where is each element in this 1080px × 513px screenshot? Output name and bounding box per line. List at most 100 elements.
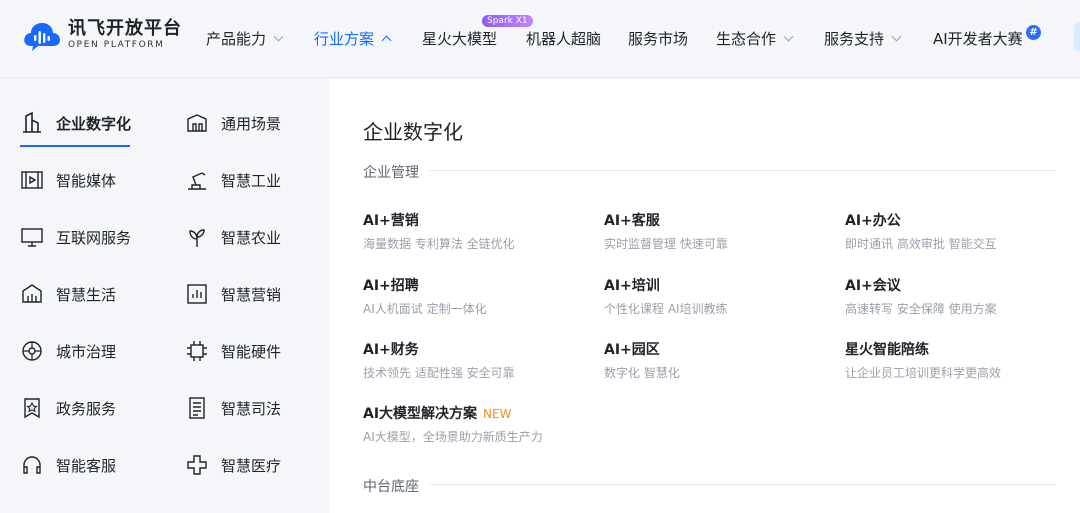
category-label: 互联网服务	[56, 228, 132, 247]
solution-card-ai-finance[interactable]: AI+财务 技术领先 适配性强 安全可靠	[363, 339, 515, 381]
category-agriculture[interactable]: 智慧农业	[185, 225, 281, 249]
store-icon	[187, 114, 207, 132]
nav-item-market[interactable]: 服务市场	[628, 28, 688, 49]
solution-desc: 数字化 智慧化	[604, 366, 680, 380]
category-medical[interactable]: 智慧医疗	[185, 453, 281, 477]
solution-title: AI+招聘	[363, 278, 419, 294]
solution-desc: AI大模型，全场景助力新质生产力	[363, 430, 543, 444]
solution-card-ai-park[interactable]: AI+园区 数字化 智慧化	[604, 339, 680, 381]
category-marketing[interactable]: 智慧营销	[185, 282, 281, 306]
headset-icon	[23, 456, 41, 474]
top-header: 讯飞开放平台 OPEN PLATFORM 产品能力 行业方案 星火大模型 机器人…	[0, 0, 1080, 78]
nav-item-industry[interactable]: 行业方案	[314, 28, 392, 49]
category-label: 智能硬件	[221, 342, 282, 361]
document-icon	[189, 397, 205, 419]
house-icon	[22, 284, 42, 303]
category-label: 智慧生活	[56, 285, 117, 304]
solutions-panel: 企业数字化 企业管理 AI+营销 海量数据 专利算法 全链优化 AI+客服 实时…	[329, 79, 1080, 513]
category-label: 智慧医疗	[221, 456, 282, 475]
brand-name-en: OPEN PLATFORM	[68, 40, 165, 50]
category-government[interactable]: 政务服务	[20, 396, 116, 420]
category-enterprise[interactable]: 企业数字化	[20, 111, 131, 135]
category-city[interactable]: 城市治理	[20, 339, 116, 363]
city-icon	[22, 341, 42, 361]
nav-label: 机器人超脑	[526, 30, 602, 48]
solution-title: AI+园区	[604, 342, 660, 358]
panel-title: 企业数字化	[363, 120, 463, 144]
category-industry[interactable]: 智慧工业	[185, 168, 281, 192]
solution-title: AI+财务	[363, 342, 419, 358]
category-label: 智慧农业	[221, 228, 282, 247]
section-heading: 中台底座	[363, 479, 419, 495]
category-label: 智慧工业	[221, 171, 282, 190]
film-icon	[21, 171, 43, 189]
logo-cloud-icon	[22, 18, 62, 52]
chart-icon	[187, 284, 207, 304]
solution-card-ai-cs[interactable]: AI+客服 实时监督管理 快速可靠	[604, 210, 728, 252]
solution-desc: 实时监督管理 快速可靠	[604, 237, 728, 251]
active-category-underline	[20, 145, 130, 147]
nav-item-products[interactable]: 产品能力	[206, 28, 284, 49]
solution-card-ai-recruit[interactable]: AI+招聘 AI人机面试 定制一体化	[363, 275, 487, 317]
solution-card-ai-training[interactable]: AI+培训 个性化课程 AI培训教练	[604, 275, 728, 317]
category-judicial[interactable]: 智慧司法	[185, 396, 281, 420]
solution-card-ai-llm[interactable]: AI大模型解决方案 NEW AI大模型，全场景助力新质生产力	[363, 403, 543, 445]
nav-item-spark[interactable]: 星火大模型	[422, 28, 497, 49]
category-label: 智慧司法	[221, 399, 282, 418]
nav-label: AI开发者大赛	[933, 30, 1023, 48]
category-media[interactable]: 智能媒体	[20, 168, 116, 192]
spark-x1-badge: Spark X1	[482, 15, 533, 27]
section-heading: 企业管理	[363, 165, 419, 181]
solution-title: AI+客服	[604, 213, 660, 229]
solution-title: AI+办公	[845, 213, 901, 229]
nav-item-ecosystem[interactable]: 生态合作	[716, 28, 794, 49]
solution-title: AI大模型解决方案	[363, 406, 478, 422]
chevron-down-icon	[783, 31, 794, 42]
nav-label: 服务市场	[628, 30, 689, 48]
nav-label: 星火大模型	[422, 30, 498, 48]
brand-name: 讯飞开放平台	[68, 18, 182, 39]
section-divider	[430, 170, 1056, 171]
building-icon	[23, 111, 41, 133]
nav-label: 行业方案	[314, 30, 375, 48]
category-general[interactable]: 通用场景	[185, 111, 281, 135]
category-label: 智能媒体	[56, 171, 117, 190]
solution-desc: 即时通讯 高效审批 智能交互	[845, 237, 997, 251]
solution-title: 星火智能陪练	[845, 342, 929, 358]
nav-label: 服务支持	[824, 30, 885, 48]
category-customer-service[interactable]: 智能客服	[20, 453, 116, 477]
solution-card-ai-meeting[interactable]: AI+会议 高速转写 安全保障 使用方案	[845, 275, 997, 317]
nav-item-support[interactable]: 服务支持	[824, 28, 902, 49]
nav-item-contest[interactable]: AI开发者大赛	[933, 28, 1023, 49]
chevron-up-icon	[381, 35, 392, 45]
solution-desc: AI人机面试 定制一体化	[363, 302, 487, 316]
solution-title: AI+营销	[363, 213, 419, 229]
edge-action-button[interactable]	[1074, 22, 1080, 52]
solution-card-ai-marketing[interactable]: AI+营销 海量数据 专利算法 全链优化	[363, 210, 515, 252]
nav-label: 产品能力	[206, 30, 267, 48]
chevron-down-icon	[273, 31, 284, 42]
brand-logo[interactable]: 讯飞开放平台 OPEN PLATFORM	[22, 18, 182, 52]
medical-cross-icon	[187, 455, 207, 475]
solution-desc: 海量数据 专利算法 全链优化	[363, 237, 515, 251]
category-label: 企业数字化	[56, 114, 132, 133]
chevron-down-icon	[891, 31, 902, 42]
new-badge: NEW	[483, 407, 512, 421]
plant-icon	[189, 229, 205, 247]
category-label: 智慧营销	[221, 285, 282, 304]
nav-item-robot[interactable]: 机器人超脑	[526, 28, 601, 49]
category-label: 智能客服	[56, 456, 117, 475]
category-life[interactable]: 智慧生活	[20, 282, 116, 306]
section-divider	[430, 484, 1056, 485]
hash-badge-icon: #	[1026, 25, 1041, 40]
category-internet[interactable]: 互联网服务	[20, 225, 131, 249]
badge-star-icon	[24, 398, 40, 419]
category-label: 通用场景	[221, 114, 282, 133]
robot-arm-icon	[188, 172, 206, 190]
category-hardware[interactable]: 智能硬件	[185, 339, 281, 363]
chip-icon	[187, 341, 207, 361]
solution-desc: 个性化课程 AI培训教练	[604, 302, 728, 316]
monitor-icon	[21, 228, 43, 247]
solution-card-ai-office[interactable]: AI+办公 即时通讯 高效审批 智能交互	[845, 210, 997, 252]
solution-card-spark-coach[interactable]: 星火智能陪练 让企业员工培训更科学更高效	[845, 339, 1001, 381]
